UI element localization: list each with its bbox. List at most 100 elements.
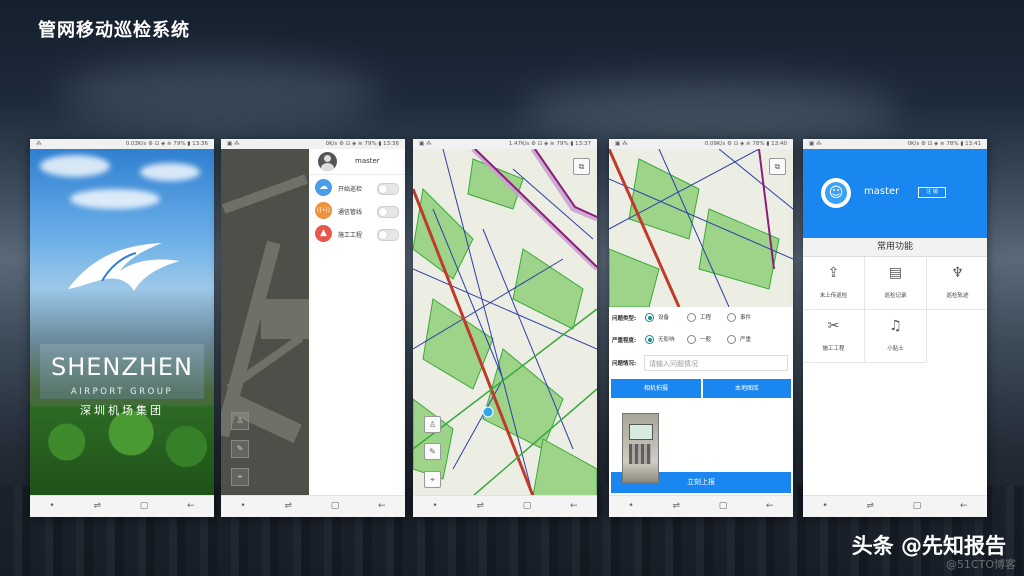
- report-screen: ⧉ 问题类型: 设备 工程 事件 严重程度: 无影响 一般 严重 问题情况: 请…: [609, 149, 793, 496]
- status-bar: ⁂ 0.03K/s ⚙ ⊡ ◈ ≋ 79% ▮ 13:36: [30, 139, 214, 149]
- home-icon[interactable]: ▢: [140, 502, 149, 511]
- back-icon[interactable]: ←: [187, 502, 195, 511]
- recent-apps-icon[interactable]: ⇌: [866, 502, 874, 511]
- layers-icon[interactable]: ⧉: [573, 158, 590, 175]
- radio-option[interactable]: 严重: [727, 335, 751, 344]
- cone-icon: ▲: [315, 225, 332, 242]
- menu-item-label: 通信管线: [338, 209, 363, 216]
- toggle-switch[interactable]: [377, 183, 399, 195]
- smiley-icon: ☺: [825, 182, 847, 204]
- clipboard-icon: ▤: [888, 265, 903, 281]
- radio-option[interactable]: 无影响: [645, 335, 675, 344]
- radio-option[interactable]: 一般: [687, 335, 711, 344]
- home-icon[interactable]: ▢: [719, 502, 728, 511]
- recent-apps-icon[interactable]: ⇌: [476, 502, 484, 511]
- radio-selected[interactable]: [645, 313, 654, 322]
- layers-icon[interactable]: ⧉: [769, 158, 786, 175]
- toggle-switch[interactable]: [377, 206, 399, 218]
- nav-bar: • ⇌ ▢ ←: [609, 495, 793, 517]
- locate-icon[interactable]: ⌖: [231, 468, 249, 486]
- back-icon[interactable]: ←: [570, 502, 578, 511]
- description-input[interactable]: 请输入问题情况: [644, 355, 788, 371]
- home-screen: ☺ master 注 销 常用功能 ⇪ 未上传巡检 ▤ 巡检记录 ♆ 巡检轨迹 …: [803, 149, 987, 496]
- back-icon[interactable]: ←: [766, 502, 774, 511]
- option-label: 工程: [700, 315, 712, 321]
- status-right: 1.47K/s ⚙ ⊡ ◈ ≋ 79% ▮ 13:37: [508, 141, 591, 147]
- avatar[interactable]: [318, 152, 337, 171]
- status-left: ⁂: [36, 141, 42, 147]
- menu-item-construction[interactable]: ▲ 施工工程: [315, 225, 399, 245]
- dimmed-map: ♙ ✎ ⌖: [221, 149, 309, 496]
- upload-icon: ⇪: [827, 265, 840, 281]
- recent-apps-icon[interactable]: ⇌: [93, 502, 101, 511]
- avatar[interactable]: ☺: [821, 178, 851, 208]
- bell-icon: ♫: [889, 318, 902, 334]
- menu-item-comm-lines[interactable]: ((•)) 通信管线: [315, 202, 399, 222]
- status-bar: ▣ ⁂ 1.47K/s ⚙ ⊡ ◈ ≋ 79% ▮ 13:37: [413, 139, 597, 149]
- option-label: 一般: [700, 337, 712, 343]
- option-label: 无影响: [658, 337, 675, 343]
- watermark-sub: @51CTO博客: [945, 558, 1016, 571]
- recent-apps-icon[interactable]: ⇌: [284, 502, 292, 511]
- photo-thumbnail[interactable]: [622, 413, 659, 483]
- radio-option[interactable]: 设备: [645, 313, 669, 322]
- side-drawer: master ☁ 开始巡检 ((•)) 通信管线 ▲ 施工工程: [309, 149, 405, 496]
- signal-icon: ((•)): [315, 202, 332, 219]
- radio-option[interactable]: 工程: [687, 313, 711, 322]
- recent-apps-icon[interactable]: ⇌: [672, 502, 680, 511]
- report-map-drawing[interactable]: [609, 149, 793, 307]
- section-title: 常用功能: [803, 238, 987, 257]
- tile-construction[interactable]: ✂ 施工工程: [803, 310, 865, 363]
- status-right: 0K/s ⚙ ⊡ ◈ ≋ 78% ▮ 13:41: [907, 141, 981, 147]
- camera-button[interactable]: 相机拍摄: [611, 379, 701, 398]
- radio-button[interactable]: [727, 313, 736, 322]
- status-bar: ▣ ⁂ 0K/s ⚙ ⊡ ◈ ≋ 79% ▮ 13:36: [221, 139, 405, 149]
- nav-dot[interactable]: •: [240, 502, 245, 511]
- home-username: master: [864, 186, 900, 197]
- edit-icon[interactable]: ✎: [231, 440, 249, 458]
- nav-dot[interactable]: •: [822, 502, 827, 511]
- tile-patrol-track[interactable]: ♆ 巡检轨迹: [927, 257, 987, 310]
- nav-dot[interactable]: •: [628, 502, 633, 511]
- home-icon[interactable]: ▢: [913, 502, 922, 511]
- tile-label: 小贴士: [887, 346, 904, 352]
- radio-button[interactable]: [687, 313, 696, 322]
- user-icon[interactable]: ♙: [424, 416, 441, 433]
- tile-unuploaded-patrol[interactable]: ⇪ 未上传巡检: [803, 257, 865, 310]
- back-icon[interactable]: ←: [378, 502, 386, 511]
- logout-button[interactable]: 注 销: [918, 187, 946, 198]
- tile-label: 未上传巡检: [819, 293, 848, 299]
- splash-screen: SHENZHEN AIRPORT GROUP 深圳机场集团: [30, 149, 214, 496]
- tools-icon: ✂: [827, 318, 840, 334]
- tile-tips[interactable]: ♫ 小贴士: [865, 310, 927, 363]
- profile-header: ☺ master 注 销: [803, 149, 987, 238]
- radio-button[interactable]: [687, 335, 696, 344]
- radio-button[interactable]: [727, 335, 736, 344]
- airport-logo: [62, 237, 186, 307]
- phone-home: ▣ ⁂ 0K/s ⚙ ⊡ ◈ ≋ 78% ▮ 13:41 ☺ master 注 …: [803, 139, 987, 517]
- status-left: ▣ ⁂: [227, 141, 240, 147]
- tree-line: [30, 406, 214, 496]
- edit-icon[interactable]: ✎: [424, 443, 441, 460]
- splash-subtitle: AIRPORT GROUP: [70, 387, 174, 397]
- status-right: 0.03K/s ⚙ ⊡ ◈ ≋ 79% ▮ 13:36: [125, 141, 208, 147]
- tile-patrol-records[interactable]: ▤ 巡检记录: [865, 257, 927, 310]
- home-icon[interactable]: ▢: [523, 502, 532, 511]
- home-icon[interactable]: ▢: [331, 502, 340, 511]
- nav-dot[interactable]: •: [432, 502, 437, 511]
- radio-option[interactable]: 事件: [727, 313, 751, 322]
- radio-selected[interactable]: [645, 335, 654, 344]
- user-icon[interactable]: ♙: [231, 412, 249, 430]
- nav-dot[interactable]: •: [49, 502, 54, 511]
- footprint-icon: ♆: [951, 265, 964, 281]
- option-label: 严重: [740, 337, 752, 343]
- gallery-button[interactable]: 本地图库: [703, 379, 791, 398]
- back-icon[interactable]: ←: [960, 502, 968, 511]
- severity-label: 严重程度:: [612, 338, 637, 344]
- locate-icon[interactable]: ⌖: [424, 471, 441, 488]
- nav-bar: • ⇌ ▢ ←: [413, 495, 597, 517]
- menu-item-start-patrol[interactable]: ☁ 开始巡检: [315, 179, 399, 199]
- phone-menu: ▣ ⁂ 0K/s ⚙ ⊡ ◈ ≋ 79% ▮ 13:36 ♙ ✎ ⌖ maste…: [221, 139, 405, 517]
- pipeline-map[interactable]: ⧉ ♙ ✎ ⌖: [413, 149, 597, 496]
- toggle-switch[interactable]: [377, 229, 399, 241]
